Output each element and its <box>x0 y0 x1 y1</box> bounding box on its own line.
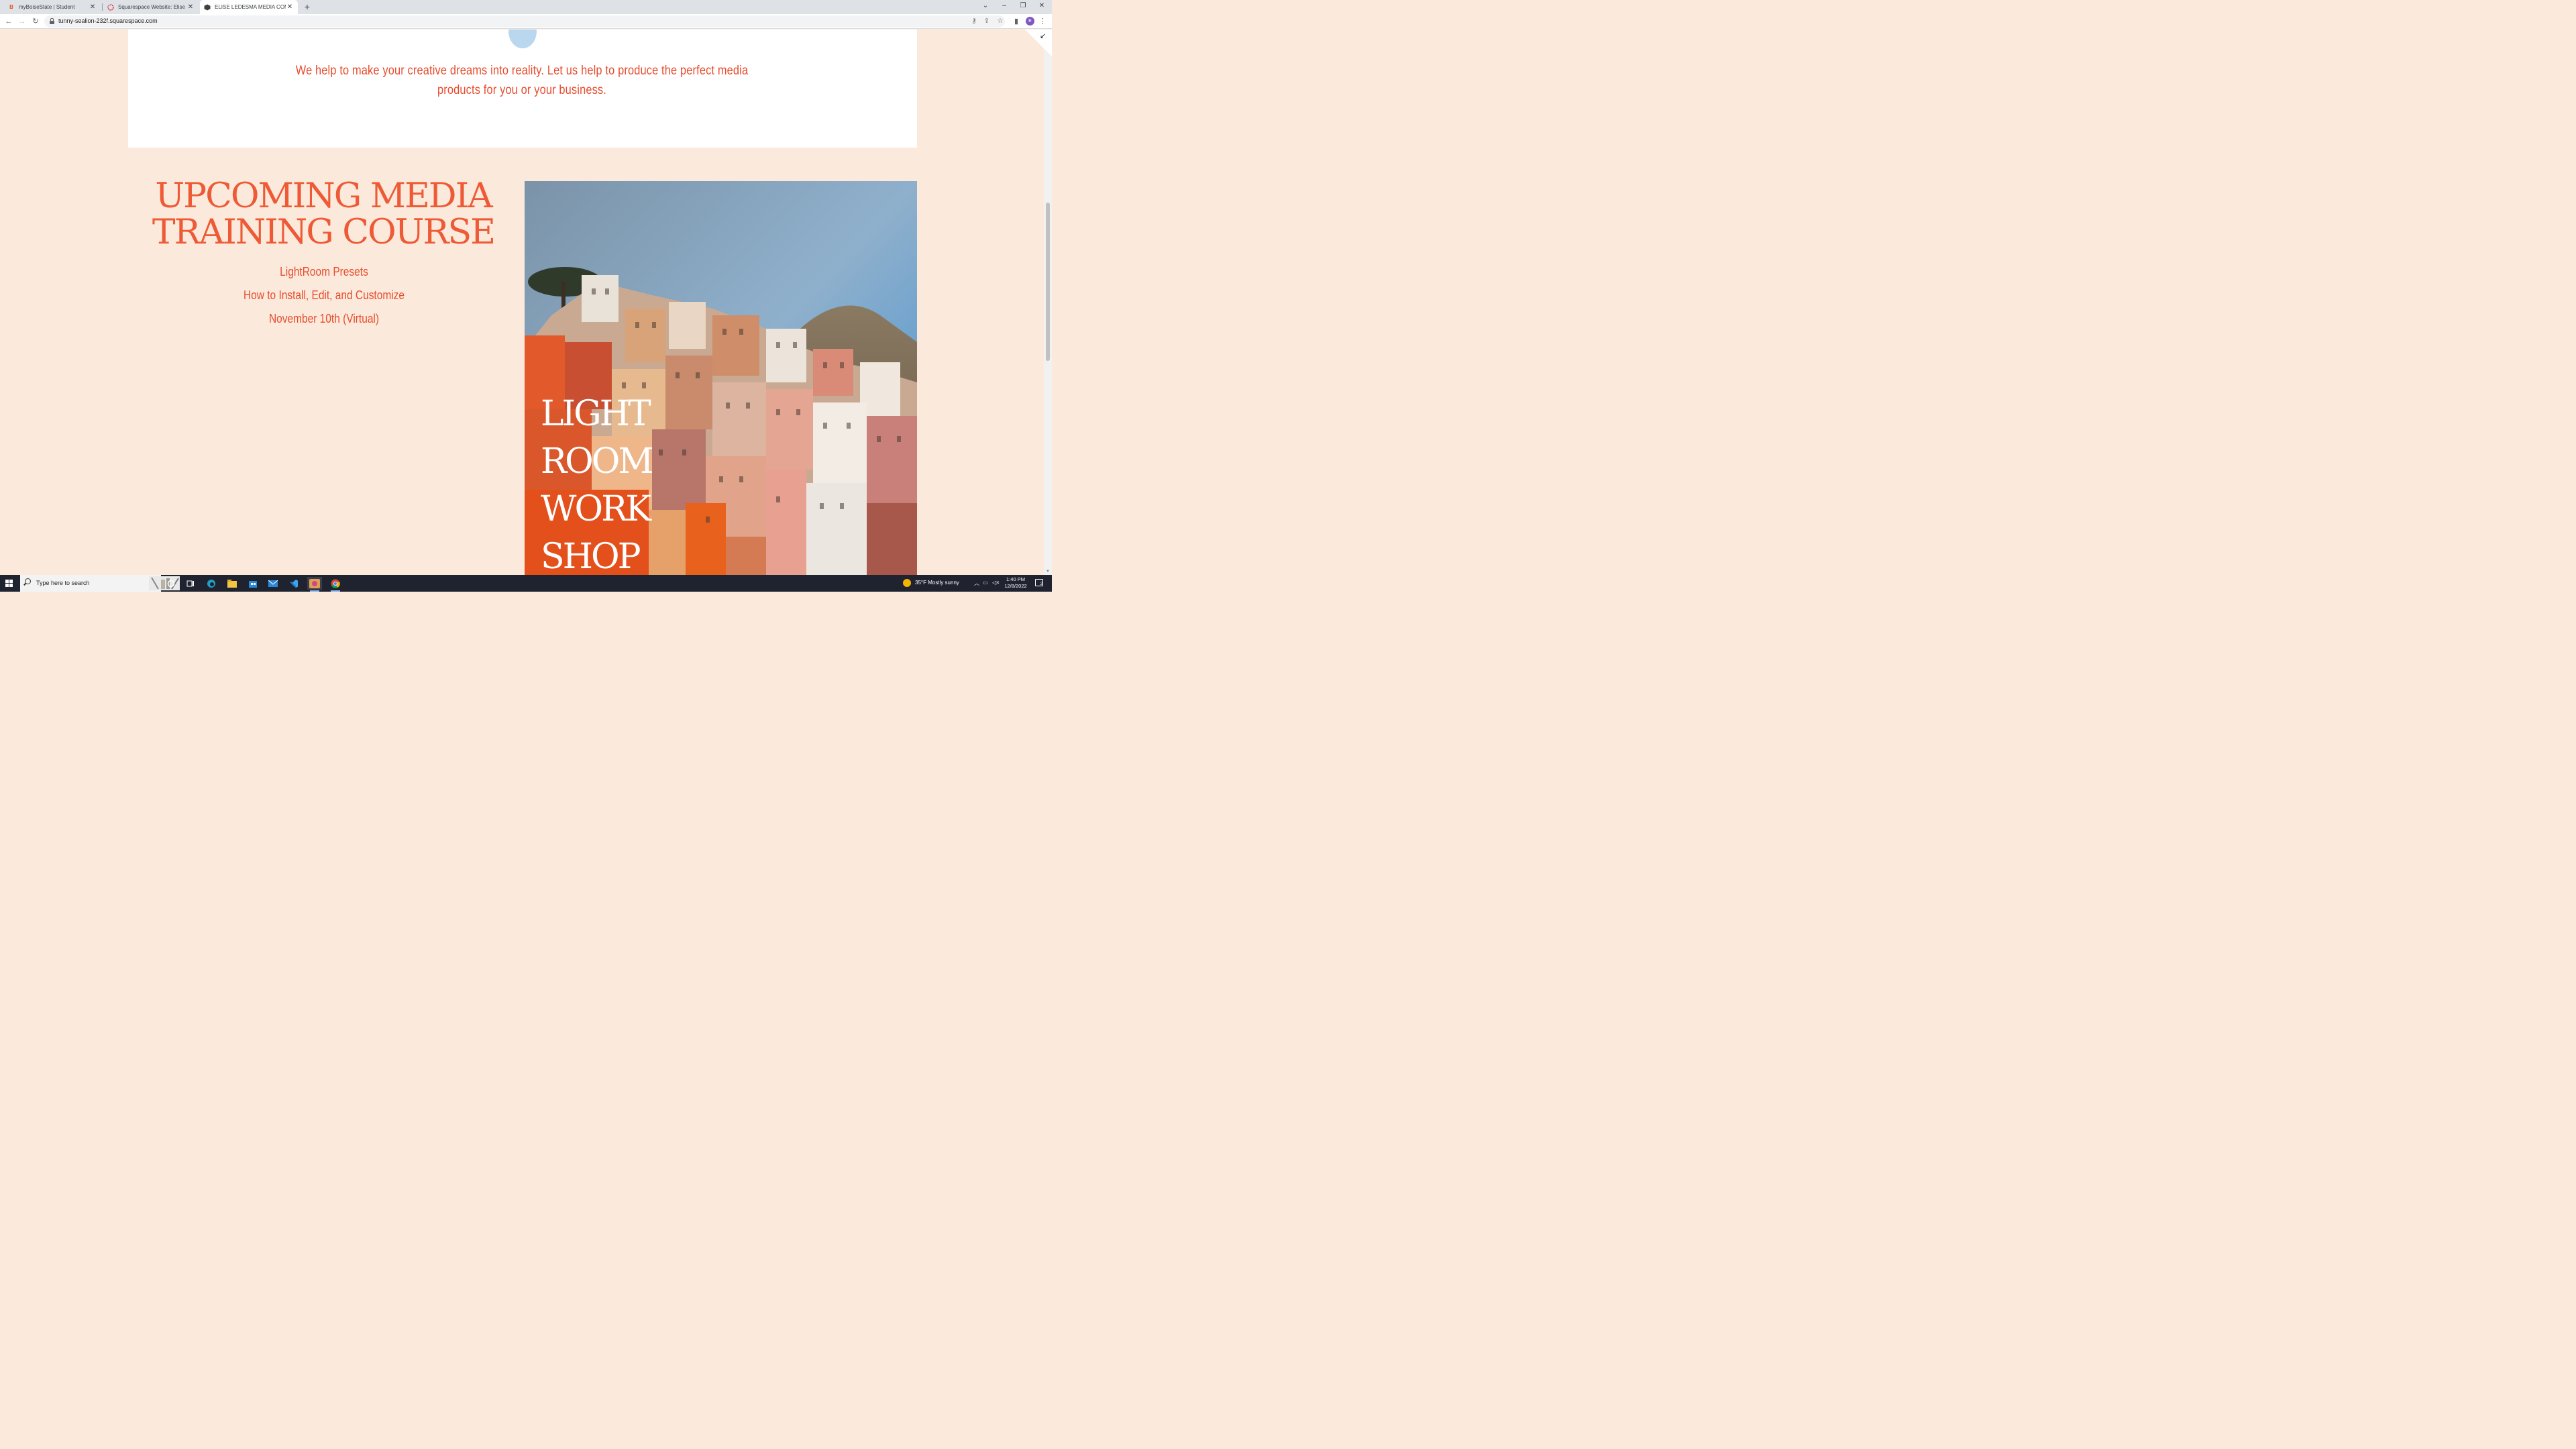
file-explorer-icon[interactable] <box>225 577 239 590</box>
photo-app-icon[interactable] <box>307 577 322 592</box>
course-detail: November 10th (Virtual) <box>268 312 380 325</box>
taskbar-search[interactable]: Type here to search <box>20 575 180 592</box>
course-heading-line: UPCOMING MEDIA <box>155 176 492 216</box>
page-scrollbar[interactable]: ▲ ▼ <box>1044 30 1052 575</box>
workshop-title-line: SHOP <box>541 537 641 575</box>
close-tab-icon[interactable]: ✕ <box>286 3 294 11</box>
search-placeholder[interactable]: Type here to search <box>36 580 90 586</box>
vscode-icon[interactable] <box>286 577 301 590</box>
share-icon[interactable]: ⇪ <box>982 17 991 26</box>
workshop-photo: LIGHT ROOM WORK SHOP <box>525 181 917 575</box>
weather-sun-icon[interactable] <box>903 579 911 587</box>
address-bar[interactable]: tunny-sealion-232f.squarespace.com ⚷ ⇪ ☆ <box>44 15 1005 28</box>
squarespace-icon <box>107 3 114 11</box>
tab-title: myBoiseState | Student <box>19 4 75 10</box>
workshop-title-line: ROOM <box>541 441 654 482</box>
system-clock[interactable]: 1:40 PM 12/8/2022 <box>1001 576 1030 590</box>
site-cube-icon <box>204 4 211 11</box>
search-icon <box>25 578 31 584</box>
tab-elise-ledesma[interactable]: ELISE LEDESMA MEDIA COMPANY ✕ <box>200 0 298 14</box>
lock-icon[interactable] <box>50 18 54 24</box>
tab-search-icon[interactable]: ⌄ <box>976 0 995 12</box>
clock-time: 1:40 PM <box>1006 576 1025 582</box>
browser-menu-icon[interactable]: ⋮ <box>1039 16 1046 27</box>
chrome-icon[interactable] <box>328 577 343 592</box>
volume-muted-icon[interactable]: ◁× <box>992 580 1000 586</box>
weather-text[interactable]: 35°F Mostly sunny <box>915 580 959 586</box>
close-tab-icon[interactable]: ✕ <box>89 3 97 11</box>
exit-preview-corner[interactable] <box>1025 30 1052 56</box>
course-detail: LightRoom Presets <box>280 265 368 278</box>
minimize-icon[interactable]: – <box>995 0 1014 12</box>
tab-squarespace[interactable]: Squarespace Website: Elise Ledesma ✕ <box>103 0 199 14</box>
windows-start-icon[interactable] <box>5 580 13 588</box>
tab-title: ELISE LEDESMA MEDIA COMPANY <box>215 4 286 10</box>
workshop-title-line: LIGHT <box>541 394 651 434</box>
boise-state-icon: B <box>9 4 13 10</box>
tagline-text: We help to make your creative dreams int… <box>295 64 749 97</box>
collapse-arrow-icon[interactable]: ↙ <box>1040 32 1046 40</box>
reload-icon[interactable]: ↻ <box>30 16 41 27</box>
clock-date: 12/8/2022 <box>1004 583 1027 589</box>
tab-title: Squarespace Website: Elise Ledesma <box>118 4 186 10</box>
tray-chevron-icon[interactable]: ︿ <box>974 580 979 587</box>
forward-icon[interactable]: → <box>17 16 28 27</box>
browser-toolbar: ← → ↻ tunny-sealion-232f.squarespace.com… <box>0 14 1052 29</box>
notification-count: 2 <box>1040 582 1042 586</box>
close-window-icon[interactable]: ✕ <box>1032 0 1051 12</box>
microsoft-store-icon[interactable] <box>246 577 260 590</box>
back-icon[interactable]: ← <box>3 16 14 27</box>
close-tab-icon[interactable]: ✕ <box>186 3 195 11</box>
task-view-icon[interactable] <box>183 577 198 590</box>
course-heading-line: TRAINING COURSE <box>152 213 496 252</box>
bookmark-star-icon[interactable]: ☆ <box>996 17 1005 26</box>
url-text[interactable]: tunny-sealion-232f.squarespace.com <box>58 17 158 24</box>
windows-taskbar: Type here to search 35°F Mostly sunny ︿ … <box>0 575 1052 592</box>
cortana-icon[interactable] <box>164 577 178 590</box>
avatar[interactable]: E <box>1026 17 1034 25</box>
scroll-down-icon[interactable]: ▼ <box>1045 570 1051 574</box>
workshop-title-line: WORK <box>541 489 651 529</box>
restore-icon[interactable]: ❐ <box>1014 0 1032 12</box>
key-icon[interactable]: ⚷ <box>969 17 979 26</box>
new-tab-button[interactable]: + <box>302 1 313 12</box>
tab-myboisestate[interactable]: B myBoiseState | Student ✕ <box>4 0 101 14</box>
course-detail: How to Install, Edit, and Customize <box>243 288 405 302</box>
side-panel-icon[interactable]: ▮ <box>1011 16 1022 27</box>
notification-center-icon[interactable]: 2 <box>1035 579 1043 586</box>
tab-strip: B myBoiseState | Student ✕ Squarespace W… <box>0 0 1052 14</box>
scroll-thumb[interactable] <box>1046 203 1050 361</box>
network-icon[interactable]: ▭ <box>983 580 988 586</box>
page-viewport: We help to make your creative dreams int… <box>0 30 1052 575</box>
course-heading: UPCOMING MEDIA TRAINING COURSE <box>139 178 508 251</box>
edge-browser-icon[interactable] <box>204 577 219 590</box>
mail-icon[interactable] <box>266 577 280 590</box>
workshop-title: LIGHT ROOM WORK SHOP <box>541 390 654 575</box>
tab-separator <box>102 3 103 11</box>
